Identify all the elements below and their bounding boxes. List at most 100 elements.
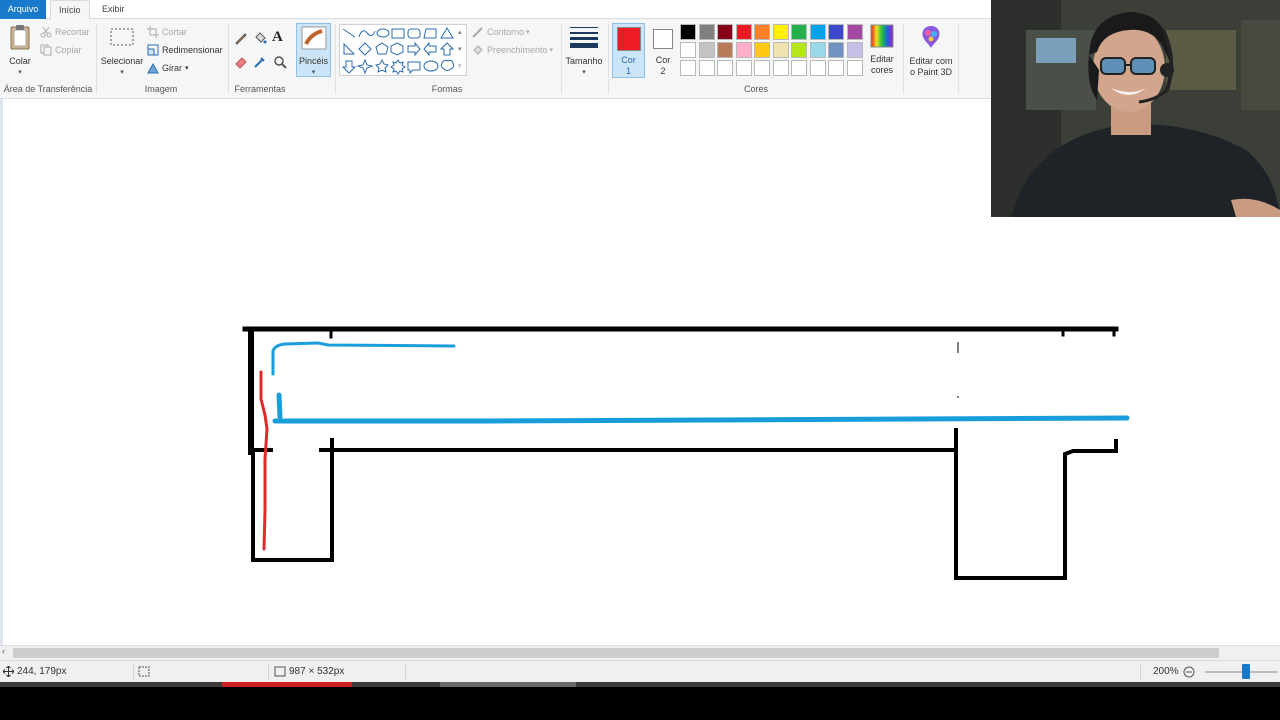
video-played	[222, 682, 352, 687]
ribbon: Arquivo Início Exibir Colar ▾ Recortar C…	[0, 0, 991, 99]
chevron-down-icon: ▾	[185, 65, 189, 72]
scroll-left-icon[interactable]: ‹	[2, 646, 5, 656]
paste-button[interactable]: Colar ▾	[4, 24, 36, 78]
color1-button[interactable]: Cor 1	[612, 23, 645, 78]
brushes-button[interactable]: Pincéis ▾	[296, 23, 331, 77]
palette-swatch[interactable]	[846, 42, 863, 58]
tab-inicio[interactable]: Início	[50, 0, 90, 20]
eraser-icon[interactable]	[234, 55, 248, 69]
custom-color-swatch[interactable]	[754, 60, 770, 76]
copy-button[interactable]: Copiar	[40, 44, 82, 56]
tab-exibir[interactable]: Exibir	[94, 0, 133, 19]
pencil-icon[interactable]	[234, 31, 248, 45]
custom-color-swatch[interactable]	[846, 60, 863, 76]
shapes-gallery-icons	[341, 27, 455, 75]
crop-button[interactable]: Cortar	[147, 26, 187, 38]
palette-swatch[interactable]	[828, 42, 844, 58]
outline-button[interactable]: Contorno ▾	[472, 26, 530, 38]
select-button[interactable]: Selecionar ▾	[100, 24, 144, 78]
palette-swatch[interactable]	[809, 42, 826, 58]
cut-label: Recortar	[55, 27, 90, 37]
text-tool-icon[interactable]: A	[272, 29, 283, 46]
palette-swatch[interactable]	[717, 42, 733, 58]
paste-label: Colar	[9, 56, 31, 66]
paint3d-icon	[922, 26, 940, 48]
palette-swatch[interactable]	[754, 24, 770, 40]
rotate-icon	[147, 62, 159, 74]
status-bar: 244, 179px 987 × 532px 200%	[0, 660, 1280, 682]
outline-right-flange	[954, 428, 1118, 580]
blue-line-short	[276, 392, 283, 420]
color2-label: Cor 2	[655, 55, 671, 76]
size-button[interactable]: Tamanho ▾	[564, 24, 604, 78]
color2-swatch	[653, 29, 673, 49]
palette-swatch[interactable]	[735, 42, 752, 58]
resize-button[interactable]: Redimensionar	[147, 44, 223, 56]
custom-color-swatch[interactable]	[772, 60, 789, 76]
brush-icon	[301, 26, 326, 50]
custom-color-swatch[interactable]	[809, 60, 826, 76]
divider	[1140, 663, 1141, 680]
custom-color-swatch[interactable]	[791, 60, 807, 76]
crop-icon	[147, 26, 159, 38]
image-size-text: 987 × 532px	[289, 666, 345, 677]
video-progress-bar[interactable]	[0, 682, 1280, 687]
palette-swatch[interactable]	[735, 24, 752, 40]
move-cursor-icon	[3, 666, 14, 677]
zoom-level-text: 200%	[1153, 666, 1179, 677]
cursor-position-text: 244, 179px	[17, 666, 67, 677]
scrollbar-thumb[interactable]	[13, 648, 1219, 658]
shapes-gallery[interactable]	[339, 24, 467, 76]
webcam-overlay	[991, 0, 1280, 217]
video-buffer	[440, 682, 576, 687]
shapes-scroll[interactable]: ▴ ▾ ▿	[458, 24, 462, 75]
zoom-out-icon[interactable]	[1183, 666, 1195, 678]
palette-swatch[interactable]	[772, 24, 789, 40]
red-line	[259, 370, 269, 551]
custom-color-swatch[interactable]	[735, 60, 752, 76]
fill-button[interactable]: Preenchimento ▾	[472, 44, 553, 56]
copy-icon	[40, 44, 52, 56]
paint3d-button[interactable]: Editar com o Paint 3D	[906, 24, 956, 78]
image-size-icon	[274, 666, 286, 677]
color1-label: Cor 1	[621, 55, 636, 76]
palette-swatch[interactable]	[791, 24, 807, 40]
custom-color-swatch[interactable]	[717, 60, 733, 76]
color-spectrum-icon	[870, 24, 894, 48]
custom-color-swatch[interactable]	[698, 60, 715, 76]
edit-colors-button[interactable]: Editar cores	[865, 24, 899, 76]
zoom-slider-thumb[interactable]	[1242, 664, 1250, 679]
palette-swatch[interactable]	[698, 24, 715, 40]
divider	[903, 24, 904, 94]
palette-swatch[interactable]	[680, 24, 696, 40]
palette-swatch[interactable]	[828, 24, 844, 40]
color1-swatch	[616, 27, 641, 51]
line-size-icon	[570, 27, 598, 48]
shapes-group-label: Formas	[431, 84, 463, 94]
palette-swatch[interactable]	[717, 24, 733, 40]
rotate-button[interactable]: Girar ▾	[147, 62, 189, 74]
color-picker-icon[interactable]	[253, 55, 267, 69]
zoom-slider-track[interactable]	[1205, 671, 1277, 673]
outline-icon	[472, 27, 483, 38]
clipboard-group-label: Área de Transferência	[3, 84, 93, 94]
tab-arquivo[interactable]: Arquivo	[0, 0, 46, 19]
palette-swatch[interactable]	[698, 42, 715, 58]
paint-window: Arquivo Início Exibir Colar ▾ Recortar C…	[0, 0, 1280, 720]
horizontal-scrollbar[interactable]: ‹	[0, 645, 1280, 660]
palette-swatch[interactable]	[809, 24, 826, 40]
palette-swatch[interactable]	[754, 42, 770, 58]
copy-label: Copiar	[55, 45, 82, 55]
color2-button[interactable]: Cor 2	[648, 24, 678, 77]
fill-bucket-icon[interactable]	[253, 31, 267, 45]
custom-color-swatch[interactable]	[828, 60, 844, 76]
magnifier-icon[interactable]	[273, 55, 287, 69]
zoom-level: 200%	[1153, 666, 1179, 677]
webcam-image	[991, 0, 1280, 217]
palette-swatch[interactable]	[772, 42, 789, 58]
custom-color-swatch[interactable]	[680, 60, 696, 76]
palette-swatch[interactable]	[680, 42, 696, 58]
palette-swatch[interactable]	[791, 42, 807, 58]
cut-button[interactable]: Recortar	[40, 26, 90, 38]
palette-swatch[interactable]	[846, 24, 863, 40]
